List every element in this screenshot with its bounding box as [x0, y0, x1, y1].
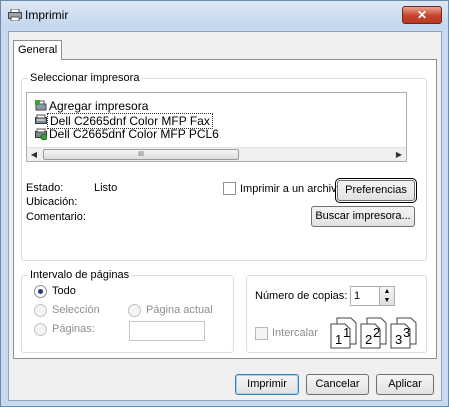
- print-dialog: Imprimir ✕ General Seleccionar impresora: [0, 0, 449, 407]
- dialog-client: General Seleccionar impresora Agregar im…: [8, 31, 442, 401]
- location-label: Ubicación:: [26, 196, 78, 208]
- cancel-button[interactable]: Cancelar: [306, 374, 369, 395]
- copies-number-label: Número de copias:: [255, 290, 348, 302]
- window-title: Imprimir: [25, 8, 69, 22]
- collate-number: 3: [403, 325, 410, 340]
- collate-number: 2: [373, 325, 380, 340]
- pages-input[interactable]: [129, 321, 205, 341]
- collate-pages-icon: 1 1 2 2 3 3: [330, 317, 417, 349]
- collate-checkbox[interactable]: [255, 327, 268, 340]
- print-to-file-label[interactable]: Imprimir a un archivo: [240, 183, 343, 195]
- collate-number: 2: [365, 332, 372, 347]
- copies-group: Número de copias: 1 ▲ ▼ Intercalar 1 1 2…: [246, 275, 427, 353]
- current-page-label[interactable]: Página actual: [146, 304, 213, 316]
- close-icon: ✕: [416, 8, 428, 22]
- select-printer-legend: Seleccionar impresora: [28, 72, 142, 84]
- default-printer-icon: [35, 128, 47, 140]
- status-value: Listo: [94, 182, 118, 194]
- page-range-legend: Intervalo de páginas: [28, 269, 132, 281]
- preferences-button[interactable]: Preferencias: [335, 178, 417, 203]
- all-pages-radio[interactable]: [34, 285, 47, 298]
- scroll-grip-icon: III: [138, 151, 144, 158]
- collate-number: 1: [343, 325, 350, 340]
- print-button[interactable]: Imprimir: [235, 374, 299, 395]
- find-printer-button[interactable]: Buscar impresora...: [311, 206, 415, 227]
- title-bar[interactable]: Imprimir ✕: [1, 1, 448, 29]
- pages-label[interactable]: Páginas:: [52, 323, 95, 335]
- spin-down-icon[interactable]: ▼: [380, 296, 394, 305]
- fax-printer-icon: [35, 114, 47, 124]
- scroll-thumb[interactable]: III: [43, 149, 239, 160]
- horizontal-scrollbar[interactable]: ◀ III ▶: [27, 147, 406, 161]
- collate-label[interactable]: Intercalar: [272, 327, 318, 339]
- status-label: Estado:: [26, 182, 64, 194]
- copies-spinner[interactable]: ▲ ▼: [379, 287, 394, 305]
- select-printer-group: Seleccionar impresora Agregar impresora: [21, 72, 427, 261]
- list-item-label: Agregar impresora: [49, 99, 149, 113]
- all-pages-label[interactable]: Todo: [52, 285, 76, 297]
- close-button[interactable]: ✕: [402, 6, 442, 24]
- tab-general[interactable]: General: [13, 40, 63, 60]
- printer-icon: [8, 9, 22, 21]
- pages-radio[interactable]: [34, 323, 47, 336]
- selection-radio[interactable]: [34, 304, 47, 317]
- printer-list[interactable]: Agregar impresora Dell C2665dnf Color MF…: [26, 92, 407, 162]
- collate-number: 3: [395, 332, 402, 347]
- collate-number: 1: [335, 332, 342, 347]
- selection-label[interactable]: Selección: [52, 304, 100, 316]
- scroll-left-icon[interactable]: ◀: [29, 150, 39, 160]
- add-printer-icon: [35, 100, 47, 111]
- current-page-radio[interactable]: [128, 304, 141, 317]
- print-to-file-checkbox[interactable]: [223, 182, 236, 195]
- scroll-right-icon[interactable]: ▶: [394, 150, 404, 160]
- copies-value: 1: [354, 290, 361, 302]
- comment-label: Comentario:: [26, 211, 86, 223]
- copies-input[interactable]: 1 ▲ ▼: [350, 286, 395, 306]
- page-range-group: Intervalo de páginas Todo Selección Pági…: [21, 269, 234, 353]
- general-tab-panel: Seleccionar impresora Agregar impresora: [13, 59, 437, 359]
- spin-up-icon[interactable]: ▲: [380, 287, 394, 296]
- apply-button[interactable]: Aplicar: [376, 374, 434, 395]
- list-item-label: Dell C2665dnf Color MFP PCL6: [49, 127, 219, 141]
